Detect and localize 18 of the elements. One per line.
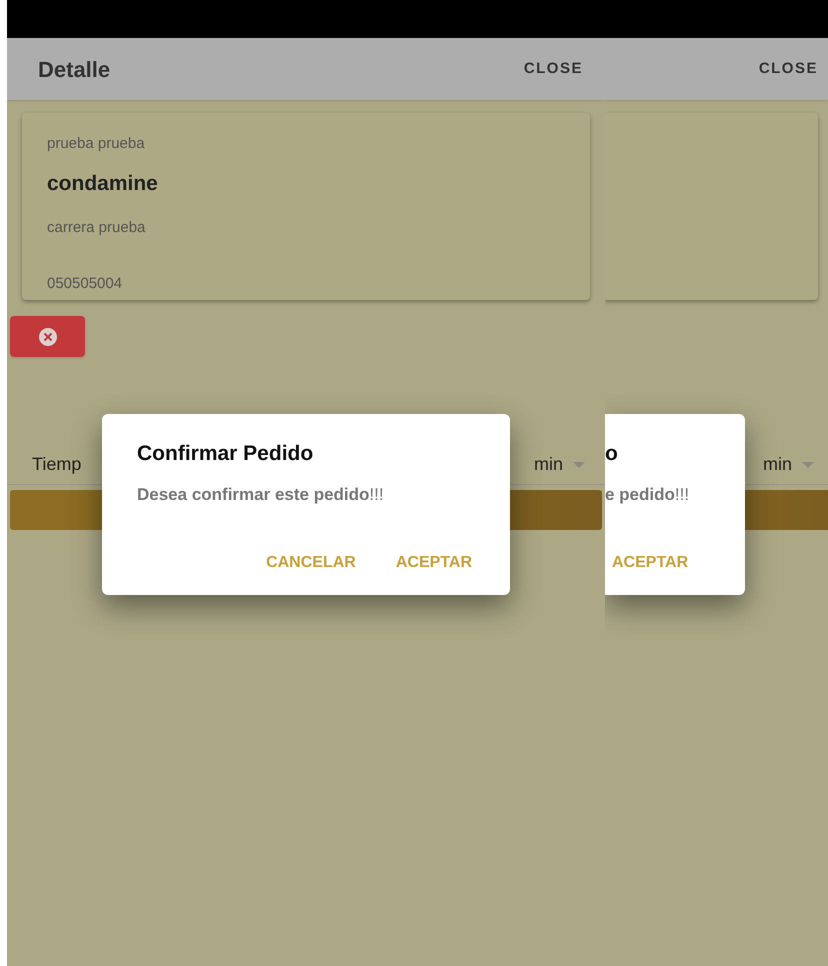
page-title: Detalle <box>38 56 110 84</box>
caret-icon <box>573 462 585 468</box>
caret-icon <box>802 462 814 468</box>
dialog-title: Confirmar Pedido <box>137 441 314 467</box>
field-label: Tiemp <box>32 453 82 476</box>
client-subtitle: prueba prueba <box>47 134 145 154</box>
close-icon <box>38 326 58 346</box>
close-button[interactable]: CLOSE <box>524 58 583 80</box>
unit-select[interactable]: min <box>534 451 585 478</box>
client-address: carrera prueba <box>47 218 146 238</box>
client-name: condamine <box>47 170 158 196</box>
dialog-title: o <box>605 441 618 467</box>
dialog-message: e pedido!!! <box>605 484 690 506</box>
cancel-button[interactable] <box>10 316 85 357</box>
client-phone: 050505004 <box>47 274 122 294</box>
dialog-message: Desea confirmar este pedido!!! <box>137 484 384 506</box>
unit-select[interactable]: min <box>762 451 814 478</box>
close-button[interactable]: CLOSE <box>758 58 818 80</box>
